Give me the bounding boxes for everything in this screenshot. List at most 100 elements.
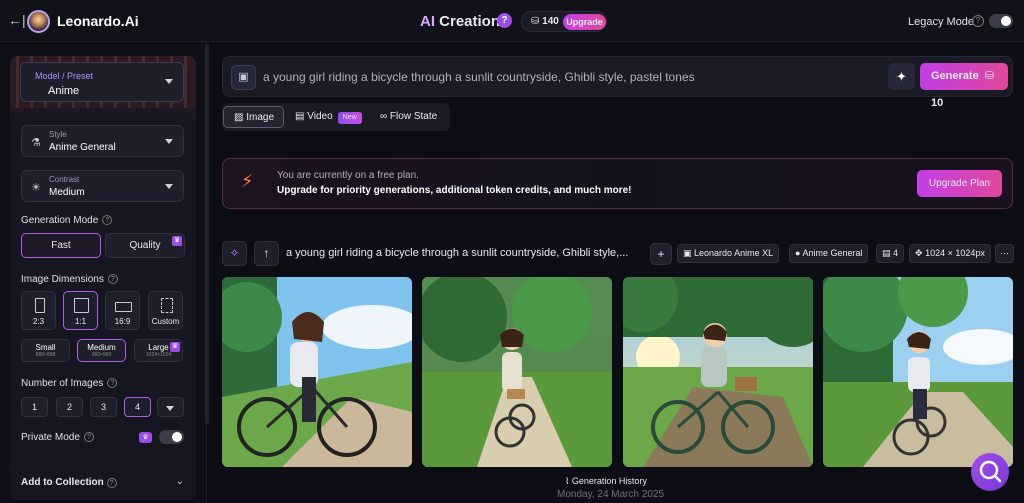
generation-history-label[interactable]: ⌇ Generation History	[565, 476, 647, 487]
model-chip-label: Leonardo Anime XL	[694, 248, 774, 258]
flask-icon: ⚗	[31, 137, 41, 149]
upgrade-button[interactable]: Upgrade	[563, 14, 606, 30]
plus-icon[interactable]: +	[650, 243, 672, 265]
sidebar-scrollbar[interactable]	[205, 44, 209, 424]
generation-mode-heading: Generation Mode?	[21, 215, 113, 226]
mode-quality-button[interactable]: Quality ♛	[105, 233, 185, 258]
preset-label: Model / Preset	[35, 71, 94, 81]
size-small-button[interactable]: Small 888×888	[21, 339, 70, 362]
prompt-input[interactable]: a young girl riding a bicycle through a …	[263, 70, 695, 84]
help-icon[interactable]: ?	[107, 378, 118, 389]
avatar-icon[interactable]	[27, 10, 50, 33]
search-icon[interactable]	[971, 453, 1009, 491]
ratio-16-9-button[interactable]: 16:9	[105, 291, 140, 330]
lightning-icon: ⚡	[241, 171, 254, 191]
style-label: Style	[49, 130, 67, 139]
help-icon[interactable]: ?	[107, 274, 118, 285]
private-mode-label: Private Mode	[21, 432, 80, 443]
size-name: Medium	[87, 343, 116, 352]
premium-icon: ♛	[172, 236, 182, 246]
generated-image[interactable]	[222, 277, 412, 467]
generation-history-text: Generation History	[571, 476, 647, 486]
size-px: 960×960	[91, 352, 112, 358]
generate-label: Generate	[931, 70, 979, 82]
size-px: 888×888	[35, 352, 56, 358]
private-mode-toggle[interactable]	[159, 430, 184, 444]
num-images-1[interactable]: 1	[21, 397, 48, 417]
contrast-label: Contrast	[49, 175, 80, 184]
tab-flow-label: Flow State	[389, 111, 438, 122]
style-chip: ● Anime General	[789, 244, 869, 263]
page-title: AI Creation	[420, 13, 500, 30]
prompt-enhance-icon[interactable]: ✦	[888, 63, 915, 90]
video-icon: ▤	[295, 111, 305, 122]
ratio-1-1-button[interactable]: 1:1	[63, 291, 98, 330]
ratio-label: 1:1	[74, 317, 87, 326]
page-title-ai: AI	[420, 13, 435, 30]
generation-date: Monday, 24 March 2025	[557, 489, 665, 500]
magic-wand-icon[interactable]: ✧	[222, 241, 247, 266]
arrow-up-icon[interactable]: ↑	[254, 241, 279, 266]
image-4-art	[823, 277, 1013, 467]
size-medium-button[interactable]: Medium 960×960	[77, 339, 126, 362]
help-icon[interactable]: ?	[102, 215, 113, 226]
chevron-down-icon	[165, 79, 173, 84]
ratio-2-3-button[interactable]: 2:3	[21, 291, 56, 330]
chevron-down-icon: ⌄	[175, 476, 184, 487]
help-icon[interactable]: ?	[83, 432, 94, 443]
legacy-mode-toggle[interactable]	[989, 14, 1013, 28]
help-icon[interactable]: ?	[497, 13, 512, 28]
tab-flow-state[interactable]: ∞ Flow State	[380, 106, 437, 128]
tab-video[interactable]: ▤ Video New	[295, 106, 362, 128]
help-icon[interactable]: ?	[106, 478, 117, 488]
generated-image[interactable]	[422, 277, 612, 467]
more-options-icon[interactable]: ···	[995, 244, 1014, 263]
generate-button[interactable]: Generate ⛁ 10	[920, 63, 1008, 109]
ratio-label: 16:9	[114, 317, 131, 326]
num-images-4[interactable]: 4	[124, 397, 151, 417]
resize-icon: ✥	[915, 248, 923, 258]
generated-image[interactable]	[623, 277, 813, 467]
model-preset-select[interactable]: Model / Preset Anime	[20, 62, 184, 102]
private-mode-heading: Private Mode?	[21, 432, 94, 443]
count-chip: ▤ 4	[876, 244, 905, 263]
image-dimensions-heading: Image Dimensions?	[21, 274, 118, 285]
contrast-value: Medium	[49, 187, 85, 198]
number-of-images-heading: Number of Images?	[21, 378, 118, 389]
add-to-collection[interactable]: Add to Collection ? ⌄	[10, 466, 196, 500]
style-chip-label: Anime General	[802, 248, 863, 258]
token-count: ⛁ 140	[531, 16, 559, 27]
number-of-images-label: Number of Images	[21, 378, 104, 389]
image-3-art	[623, 277, 813, 467]
tab-image[interactable]: ▨ Image	[223, 106, 284, 128]
size-name: Small	[35, 343, 56, 352]
ratio-label: 2:3	[32, 317, 45, 326]
size-large-button[interactable]: Large 1024×1024 ♛	[134, 339, 183, 362]
size-px: 1024×1024	[145, 352, 172, 358]
ratio-custom-button[interactable]: Custom	[148, 291, 183, 330]
num-images-3[interactable]: 3	[90, 397, 117, 417]
image-upload-icon[interactable]: ▣	[231, 65, 256, 90]
generated-image[interactable]	[823, 277, 1013, 467]
legacy-help-icon[interactable]: ?	[972, 15, 984, 27]
num-images-2[interactable]: 2	[56, 397, 83, 417]
generate-cost: 10	[931, 97, 944, 109]
contrast-select[interactable]: ☀ Contrast Medium	[21, 170, 184, 202]
free-plan-banner: ⚡ You are currently on a free plan. Upgr…	[222, 158, 1013, 209]
collection-text: Add to Collection	[21, 477, 104, 488]
num-images-more[interactable]	[157, 397, 184, 417]
chevron-down-icon	[165, 139, 173, 144]
back-icon[interactable]: ←|	[8, 12, 26, 28]
premium-icon: ♛	[170, 342, 180, 352]
upgrade-plan-button[interactable]: Upgrade Plan	[917, 170, 1002, 197]
image-dimensions-label: Image Dimensions	[21, 274, 104, 285]
chevron-down-icon	[165, 184, 173, 189]
image-icon: ▨	[234, 112, 244, 123]
square-ratio-icon	[74, 298, 89, 313]
page-title-rest: Creation	[435, 13, 501, 30]
token-balance[interactable]: ⛁ 140 Upgrade	[521, 11, 607, 32]
mode-fast-button[interactable]: Fast	[21, 233, 101, 258]
generation-prompt: a young girl riding a bicycle through a …	[286, 247, 629, 259]
style-select[interactable]: ⚗ Style Anime General	[21, 125, 184, 157]
banner-line1: You are currently on a free plan.	[277, 170, 419, 181]
